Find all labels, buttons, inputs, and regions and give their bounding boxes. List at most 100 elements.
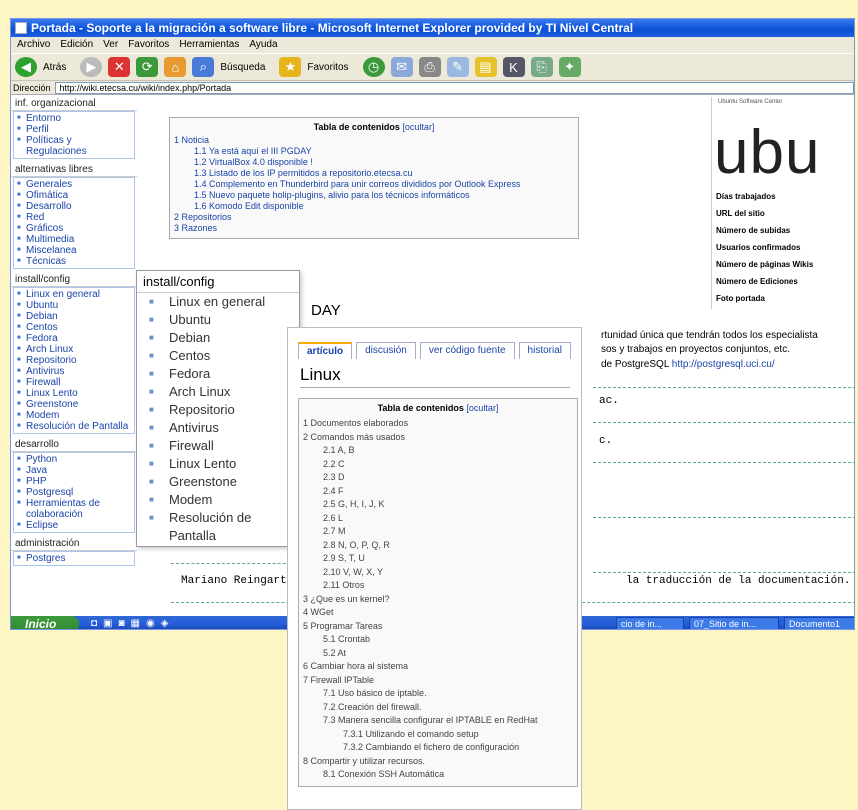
toc-entry[interactable]: 2.11 Otros <box>303 579 573 593</box>
back-arrow-icon[interactable]: ◀ <box>15 57 37 77</box>
nav-link[interactable]: Eclipse <box>16 520 132 531</box>
toc-entry[interactable]: 2 Repositorios <box>174 212 574 223</box>
toc-entry[interactable]: 8.1 Conexión SSH Automática <box>303 768 573 782</box>
nav-link[interactable]: Gráficos <box>16 223 132 234</box>
toc-entry[interactable]: 7.3.2 Cambiando el fichero de configurac… <box>303 741 573 755</box>
research-icon[interactable]: ⎘ <box>530 57 553 77</box>
popup-link[interactable]: Fedora <box>137 365 299 383</box>
nav-link[interactable]: Firewall <box>16 377 132 388</box>
nav-link[interactable]: PHP <box>16 476 132 487</box>
toc-entry[interactable]: 5.2 At <box>303 647 573 661</box>
toc-entry[interactable]: 1.4 Complemento en Thunderbird para unir… <box>174 179 574 190</box>
tab-0[interactable]: artículo <box>298 342 353 359</box>
messenger-icon[interactable]: K <box>502 57 525 77</box>
toc-entry[interactable]: 7 Firewall IPTable <box>303 674 573 688</box>
menu-item[interactable]: Edición <box>60 39 93 50</box>
nav-link[interactable]: Arch Linux <box>16 344 132 355</box>
popup-link[interactable]: Ubuntu <box>137 311 299 329</box>
back-button[interactable]: Atrás <box>43 62 66 73</box>
tab-1[interactable]: discusión <box>356 342 416 359</box>
popup-link[interactable]: Arch Linux <box>137 383 299 401</box>
nav-link[interactable]: Herramientas de colaboración <box>16 498 132 520</box>
nav-link[interactable]: Antivirus <box>16 366 132 377</box>
nav-link[interactable]: Linux Lento <box>16 388 132 399</box>
popup-link[interactable]: Resolución de Pantalla <box>137 509 299 545</box>
postgresql-link[interactable]: http://postgresql.uci.cu/ <box>672 359 775 370</box>
toc-entry[interactable]: 7.2 Creación del firewall. <box>303 701 573 715</box>
search-icon[interactable]: ⌕ <box>192 57 215 77</box>
folder-icon[interactable]: ▤ <box>474 57 497 77</box>
nav-link[interactable]: Técnicas <box>16 256 132 267</box>
nav-link[interactable]: Ofimática <box>16 190 132 201</box>
favorites-button[interactable]: Favoritos <box>307 62 348 73</box>
toc-entry[interactable]: 5 Programar Tareas <box>303 620 573 634</box>
quick-launch-icons[interactable]: ◘▣◙▦◉◈ <box>91 618 174 629</box>
menu-item[interactable]: Herramientas <box>179 39 239 50</box>
menu-item[interactable]: Ver <box>103 39 118 50</box>
nav-link[interactable]: Generales <box>16 179 132 190</box>
popup-link[interactable]: Linux Lento <box>137 455 299 473</box>
nav-link[interactable]: Debian <box>16 311 132 322</box>
task-button-1[interactable]: cio de in... <box>616 617 684 629</box>
toc-entry[interactable]: 2 Comandos más usados <box>303 431 573 445</box>
toc-entry[interactable]: 1.3 Listado de los IP permitidos a repos… <box>174 168 574 179</box>
forward-arrow-icon[interactable]: ▶ <box>80 57 103 77</box>
tools-icon[interactable]: ✦ <box>558 57 581 77</box>
nav-link[interactable]: Java <box>16 465 132 476</box>
toc-entry[interactable]: 8 Compartir y utilizar recursos. <box>303 755 573 769</box>
toc-entry[interactable]: 7.1 Uso básico de iptable. <box>303 687 573 701</box>
nav-link[interactable]: Centos <box>16 322 132 333</box>
toc-entry[interactable]: 5.1 Crontab <box>303 633 573 647</box>
address-input[interactable]: http://wiki.etecsa.cu/wiki/index.php/Por… <box>54 81 854 94</box>
print-icon[interactable]: ⎙ <box>418 57 441 77</box>
toc-toggle[interactable]: [ocultar] <box>402 122 434 132</box>
nav-link[interactable]: Red <box>16 212 132 223</box>
tab-3[interactable]: historial <box>518 342 572 359</box>
nav-link[interactable]: Repositorio <box>16 355 132 366</box>
nav-link[interactable]: Modem <box>16 410 132 421</box>
toc-entry[interactable]: 7.3 Manera sencilla configurar el IPTABL… <box>303 714 573 728</box>
home-icon[interactable]: ⌂ <box>164 57 187 77</box>
nav-link[interactable]: Entorno <box>16 113 132 124</box>
nav-link[interactable]: Multimedia <box>16 234 132 245</box>
toc-entry[interactable]: 4 WGet <box>303 606 573 620</box>
tab-2[interactable]: ver código fuente <box>419 342 515 359</box>
edit-icon[interactable]: ✎ <box>446 57 469 77</box>
toc-entry[interactable]: 3 Razones <box>174 223 574 234</box>
toc-entry[interactable]: 2.2 C <box>303 458 573 472</box>
nav-link[interactable]: Miscelanea <box>16 245 132 256</box>
toc-entry[interactable]: 7.3.1 Utilizando el comando setup <box>303 728 573 742</box>
popup-link[interactable]: Centos <box>137 347 299 365</box>
nav-link[interactable]: Greenstone <box>16 399 132 410</box>
toc-entry[interactable]: 2.3 D <box>303 471 573 485</box>
stop-icon[interactable]: ✕ <box>108 57 131 77</box>
search-button[interactable]: Búsqueda <box>220 62 265 73</box>
toc-entry[interactable]: 1.5 Nuevo paquete holip-plugins, alivio … <box>174 190 574 201</box>
nav-link[interactable]: Postgresql <box>16 487 132 498</box>
nav-link[interactable]: Python <box>16 454 132 465</box>
popup-link[interactable]: Greenstone <box>137 473 299 491</box>
nav-link[interactable]: Postgres <box>16 553 132 564</box>
task-button-2[interactable]: 07_Sitio de in... <box>689 617 779 629</box>
nav-link[interactable]: Desarrollo <box>16 201 132 212</box>
toc-entry[interactable]: 1 Noticia <box>174 135 574 146</box>
favorites-star-icon[interactable]: ★ <box>279 57 302 77</box>
popup-link[interactable]: Firewall <box>137 437 299 455</box>
popup-link[interactable]: Modem <box>137 491 299 509</box>
toc-entry[interactable]: 1.1 Ya está aquí el III PGDAY <box>174 146 574 157</box>
toc-entry[interactable]: 2.5 G, H, I, J, K <box>303 498 573 512</box>
mail-icon[interactable]: ✉ <box>390 57 413 77</box>
toc-entry[interactable]: 1.2 VirtualBox 4.0 disponible ! <box>174 157 574 168</box>
nav-link[interactable]: Políticas y Regulaciones <box>16 135 132 157</box>
task-button-3[interactable]: Documento1 <box>784 617 854 629</box>
history-icon[interactable]: ◷ <box>362 57 385 77</box>
refresh-icon[interactable]: ⟳ <box>136 57 159 77</box>
toc-entry[interactable]: 2.4 F <box>303 485 573 499</box>
toc-entry[interactable]: 2.7 M <box>303 525 573 539</box>
toc-entry[interactable]: 2.9 S, T, U <box>303 552 573 566</box>
toc-entry[interactable]: 6 Cambiar hora al sistema <box>303 660 573 674</box>
toc-entry[interactable]: 2.10 V, W, X, Y <box>303 566 573 580</box>
menu-item[interactable]: Ayuda <box>249 39 277 50</box>
toc-entry[interactable]: 2.6 L <box>303 512 573 526</box>
menu-item[interactable]: Favoritos <box>128 39 169 50</box>
